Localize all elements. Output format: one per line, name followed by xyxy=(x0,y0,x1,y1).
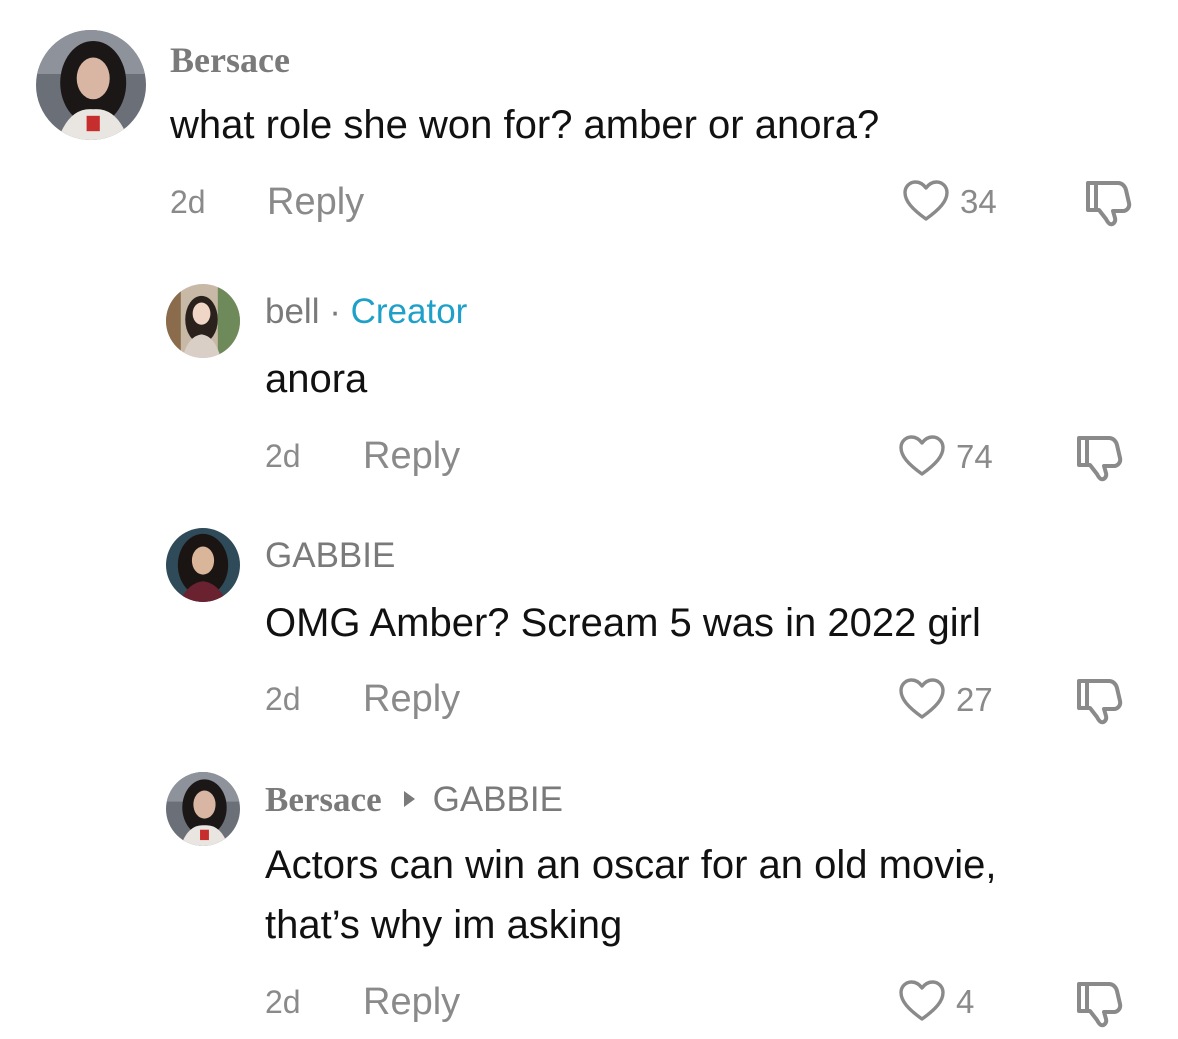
username-text[interactable]: Bersace xyxy=(265,780,382,819)
avatar-photo-icon xyxy=(166,772,240,846)
like-count: 4 xyxy=(956,982,975,1020)
reply-button[interactable]: Reply xyxy=(267,183,364,221)
thumbs-down-icon xyxy=(1086,181,1132,227)
comment-text-line-2: that’s why im asking xyxy=(265,903,623,947)
heart-icon xyxy=(899,435,945,476)
like-button[interactable]: 27 xyxy=(898,676,993,722)
reply-button[interactable]: Reply xyxy=(363,983,460,1021)
like-count: 74 xyxy=(956,437,993,475)
username[interactable]: GABBIE xyxy=(265,538,395,573)
comment-time: 2d xyxy=(265,984,301,1020)
like-button[interactable]: 34 xyxy=(902,178,997,224)
comment-text: what role she won for? amber or anora? xyxy=(170,103,880,147)
username-text[interactable]: bell xyxy=(265,292,319,331)
comment-text: OMG Amber? Scream 5 was in 2022 girl xyxy=(265,601,981,645)
like-button[interactable]: 4 xyxy=(898,978,974,1024)
comment-text: anora xyxy=(265,357,368,401)
heart-icon xyxy=(899,678,945,719)
reply-arrow-icon xyxy=(403,791,415,807)
comment-time: 2d xyxy=(265,438,301,474)
comment-time: 2d xyxy=(170,184,206,220)
creator-badge: Creator xyxy=(350,292,468,331)
username[interactable]: Bersace GABBIE xyxy=(265,782,563,817)
reply-button[interactable]: Reply xyxy=(363,680,460,718)
comment-item: Bersace what role she won for? amber or … xyxy=(0,0,1178,260)
reply-to-username[interactable]: GABBIE xyxy=(433,780,563,819)
comment-time: 2d xyxy=(265,681,301,717)
dislike-button[interactable] xyxy=(1073,978,1125,1028)
username[interactable]: bell · Creator xyxy=(265,294,467,329)
comment-item: Bersace GABBIE Actors can win an oscar fo… xyxy=(0,760,1178,1039)
thumbs-down-icon xyxy=(1077,436,1123,482)
avatar[interactable] xyxy=(166,284,240,358)
dislike-button[interactable] xyxy=(1073,432,1125,482)
heart-icon xyxy=(903,180,949,221)
thumbs-down-icon xyxy=(1077,982,1123,1028)
avatar[interactable] xyxy=(36,30,146,140)
avatar[interactable] xyxy=(166,528,240,602)
comment-item: bell · Creator anora 2d Reply 74 xyxy=(0,260,1178,510)
avatar-photo-icon xyxy=(36,30,146,140)
dislike-button[interactable] xyxy=(1082,177,1134,227)
dislike-button[interactable] xyxy=(1073,675,1125,725)
reply-button[interactable]: Reply xyxy=(363,437,460,475)
avatar-photo-icon xyxy=(166,528,240,602)
thumbs-down-icon xyxy=(1077,679,1123,725)
like-count: 27 xyxy=(956,680,993,718)
heart-icon xyxy=(899,980,945,1021)
like-button[interactable]: 74 xyxy=(898,433,993,479)
username[interactable]: Bersace xyxy=(170,42,290,78)
comment-item: GABBIE OMG Amber? Scream 5 was in 2022 g… xyxy=(0,510,1178,760)
like-count: 34 xyxy=(960,182,997,220)
separator: · xyxy=(329,292,351,331)
avatar[interactable] xyxy=(166,772,240,846)
comment-text-line-1: Actors can win an oscar for an old movie… xyxy=(265,843,997,887)
avatar-photo-icon xyxy=(166,284,240,358)
